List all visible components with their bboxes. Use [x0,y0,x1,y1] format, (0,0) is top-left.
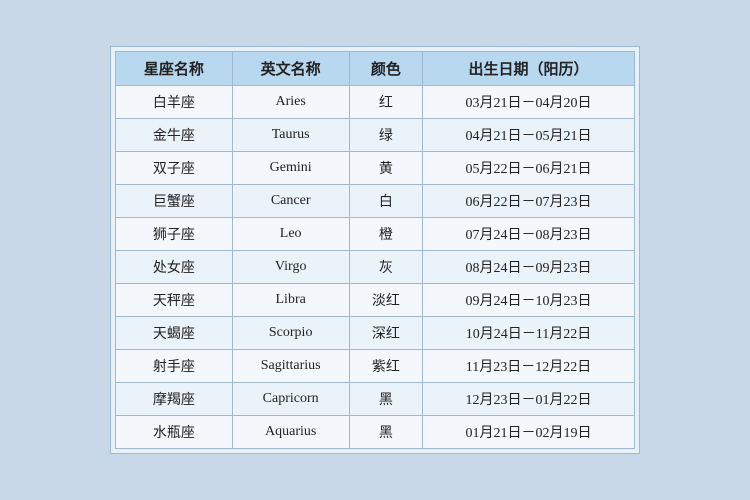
table-row: 巨蟹座Cancer白06月22日－07月23日 [116,185,635,218]
table-row: 水瓶座Aquarius黑01月21日－02月19日 [116,416,635,449]
cell-r2-c2: 黄 [349,152,423,185]
cell-r0-c2: 红 [349,86,423,119]
cell-r9-c1: Capricorn [232,383,349,416]
cell-r1-c1: Taurus [232,119,349,152]
table-row: 摩羯座Capricorn黑12月23日－01月22日 [116,383,635,416]
col-header-birthdate: 出生日期（阳历） [423,52,635,86]
cell-r0-c1: Aries [232,86,349,119]
col-header-chinese-name: 星座名称 [116,52,233,86]
table-row: 处女座Virgo灰08月24日－09月23日 [116,251,635,284]
cell-r7-c0: 天蝎座 [116,317,233,350]
cell-r4-c0: 狮子座 [116,218,233,251]
table-row: 狮子座Leo橙07月24日－08月23日 [116,218,635,251]
cell-r8-c3: 11月23日－12月22日 [423,350,635,383]
cell-r5-c3: 08月24日－09月23日 [423,251,635,284]
cell-r2-c1: Gemini [232,152,349,185]
col-header-color: 颜色 [349,52,423,86]
cell-r3-c2: 白 [349,185,423,218]
cell-r9-c3: 12月23日－01月22日 [423,383,635,416]
cell-r8-c0: 射手座 [116,350,233,383]
cell-r0-c3: 03月21日－04月20日 [423,86,635,119]
cell-r5-c1: Virgo [232,251,349,284]
cell-r1-c0: 金牛座 [116,119,233,152]
cell-r8-c1: Sagittarius [232,350,349,383]
table-row: 白羊座Aries红03月21日－04月20日 [116,86,635,119]
cell-r10-c0: 水瓶座 [116,416,233,449]
table-row: 天秤座Libra淡红09月24日－10月23日 [116,284,635,317]
cell-r3-c0: 巨蟹座 [116,185,233,218]
cell-r9-c0: 摩羯座 [116,383,233,416]
cell-r4-c3: 07月24日－08月23日 [423,218,635,251]
cell-r1-c2: 绿 [349,119,423,152]
cell-r9-c2: 黑 [349,383,423,416]
cell-r7-c1: Scorpio [232,317,349,350]
cell-r0-c0: 白羊座 [116,86,233,119]
cell-r8-c2: 紫红 [349,350,423,383]
cell-r5-c0: 处女座 [116,251,233,284]
zodiac-table-container: 星座名称 英文名称 颜色 出生日期（阳历） 白羊座Aries红03月21日－04… [110,46,640,454]
table-row: 天蝎座Scorpio深红10月24日－11月22日 [116,317,635,350]
table-row: 双子座Gemini黄05月22日－06月21日 [116,152,635,185]
cell-r6-c3: 09月24日－10月23日 [423,284,635,317]
cell-r6-c0: 天秤座 [116,284,233,317]
cell-r4-c2: 橙 [349,218,423,251]
cell-r10-c1: Aquarius [232,416,349,449]
table-header-row: 星座名称 英文名称 颜色 出生日期（阳历） [116,52,635,86]
cell-r6-c2: 淡红 [349,284,423,317]
cell-r3-c3: 06月22日－07月23日 [423,185,635,218]
cell-r2-c3: 05月22日－06月21日 [423,152,635,185]
table-row: 金牛座Taurus绿04月21日－05月21日 [116,119,635,152]
cell-r7-c2: 深红 [349,317,423,350]
cell-r10-c2: 黑 [349,416,423,449]
cell-r1-c3: 04月21日－05月21日 [423,119,635,152]
cell-r6-c1: Libra [232,284,349,317]
cell-r2-c0: 双子座 [116,152,233,185]
cell-r4-c1: Leo [232,218,349,251]
zodiac-table: 星座名称 英文名称 颜色 出生日期（阳历） 白羊座Aries红03月21日－04… [115,51,635,449]
cell-r7-c3: 10月24日－11月22日 [423,317,635,350]
table-row: 射手座Sagittarius紫红11月23日－12月22日 [116,350,635,383]
cell-r3-c1: Cancer [232,185,349,218]
cell-r10-c3: 01月21日－02月19日 [423,416,635,449]
cell-r5-c2: 灰 [349,251,423,284]
table-body: 白羊座Aries红03月21日－04月20日金牛座Taurus绿04月21日－0… [116,86,635,449]
col-header-english-name: 英文名称 [232,52,349,86]
